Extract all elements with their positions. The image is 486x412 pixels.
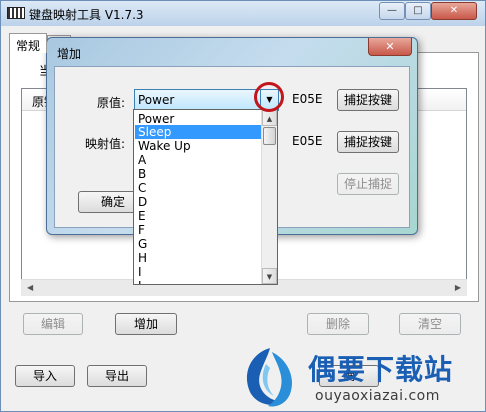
tab-general[interactable]: 常规	[9, 33, 47, 53]
minimize-button[interactable]: —	[379, 2, 405, 20]
import-button[interactable]: 导入	[15, 365, 75, 387]
stop-capture-button[interactable]: 停止捕捉	[337, 173, 399, 195]
dialog-title: 增加	[57, 47, 82, 61]
dropdown-item[interactable]: E	[135, 209, 263, 223]
dropdown-item[interactable]: C	[135, 181, 263, 195]
highlight-circle	[254, 82, 284, 112]
brand-logo-icon	[246, 348, 292, 407]
close-button[interactable]: ✕	[431, 2, 477, 20]
dropdown-item[interactable]: H	[135, 251, 263, 265]
scroll-up-icon[interactable]: ▲	[262, 110, 277, 126]
dropdown-item-selected[interactable]: Sleep	[135, 125, 263, 139]
delete-button[interactable]: 删除	[307, 313, 369, 335]
scroll-right-icon[interactable]: ▶	[455, 283, 461, 292]
dropdown-item[interactable]: A	[135, 153, 263, 167]
dropdown-item[interactable]: J	[135, 279, 263, 284]
capture-key-button-2[interactable]: 捕捉按键	[337, 131, 399, 153]
watermark-url: ouyaoxiazai.com	[315, 388, 440, 404]
clear-button[interactable]: 清空	[399, 313, 461, 335]
title-bar: 键盘映射工具 V1.7.3 — □ ✕	[1, 1, 485, 26]
scroll-left-icon[interactable]: ◀	[27, 283, 33, 292]
scroll-down-icon[interactable]: ▼	[262, 268, 277, 284]
edit-button[interactable]: 编辑	[23, 313, 83, 335]
original-value-text: Power	[138, 93, 175, 107]
dropdown-item[interactable]: B	[135, 167, 263, 181]
dropdown-item[interactable]: I	[135, 265, 263, 279]
mapped-value-label: 映射值:	[85, 137, 126, 151]
export-button[interactable]: 导出	[87, 365, 147, 387]
dropdown-item[interactable]: F	[135, 223, 263, 237]
watermark-brand: 偶要下载站	[308, 353, 454, 386]
original-code: E05E	[292, 92, 323, 106]
maximize-button[interactable]: □	[405, 2, 431, 20]
mapped-code: E05E	[292, 134, 323, 148]
dropdown-scrollbar[interactable]: ▲ ▼	[261, 110, 277, 284]
window-title: 键盘映射工具 V1.7.3	[29, 8, 144, 22]
scroll-thumb[interactable]	[263, 127, 276, 145]
key-dropdown-list[interactable]: Power Sleep Wake Up A B C D E F G H I J …	[133, 109, 278, 285]
original-value-label: 原值:	[97, 96, 126, 110]
dialog-close-button[interactable]: ✕	[368, 38, 412, 56]
capture-key-button[interactable]: 捕捉按键	[337, 89, 399, 111]
dropdown-item[interactable]: Wake Up	[135, 139, 263, 153]
add-button[interactable]: 增加	[115, 313, 177, 335]
keyboard-icon	[7, 7, 25, 19]
dropdown-item[interactable]: G	[135, 237, 263, 251]
dropdown-item[interactable]: Power	[135, 112, 263, 126]
dropdown-item[interactable]: D	[135, 195, 263, 209]
